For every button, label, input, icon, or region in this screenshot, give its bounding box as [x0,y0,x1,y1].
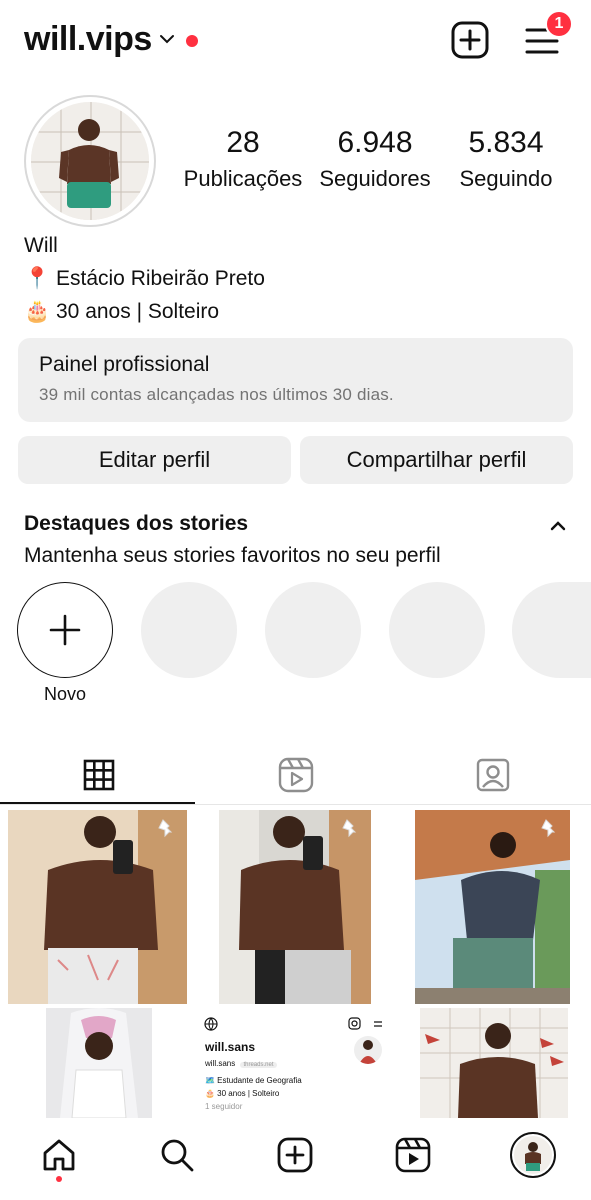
bottom-navigation [0,1118,591,1200]
tab-tagged[interactable] [394,746,591,804]
home-notification-dot [56,1176,62,1182]
bio-age-text: 30 anos | Solteiro [56,300,220,323]
cake-emoji-icon: 🎂 [24,300,51,323]
menu-small-icon [374,1021,382,1027]
stat-posts-value: 28 [226,126,260,159]
home-icon [43,1139,75,1171]
professional-dashboard[interactable]: Painel profissional 39 mil contas alcanç… [18,338,573,422]
edit-profile-button[interactable]: Editar perfil [18,436,291,484]
highlight-placeholder [265,582,361,678]
stat-following-label: Seguindo [459,166,553,191]
highlight-placeholder [512,582,591,678]
new-post-icon[interactable] [451,21,489,59]
create-icon [277,1137,313,1173]
stat-posts-label: Publicações [183,166,303,191]
tab-reels[interactable] [197,746,394,804]
threads-name: will.sans [205,1040,256,1054]
profile-bio: Will 📍 Estácio Ribeirão Preto 🎂 30 anos … [24,229,265,328]
stat-following[interactable]: 5.834 Seguindo [441,126,571,192]
account-username[interactable]: will.vips [24,20,152,59]
panel-title: Painel profissional [39,353,210,376]
stat-followers[interactable]: 6.948 Seguidores [310,126,440,192]
nav-create[interactable] [270,1130,320,1180]
tagged-icon [476,758,509,792]
new-highlight-label: Novo [43,684,87,704]
nav-profile[interactable] [508,1130,558,1180]
pin-icon [342,819,357,838]
threads-followers: 1 seguidor [205,1102,243,1111]
notification-dot [186,35,198,47]
highlights-subtitle: Mantenha seus stories favoritos no seu p… [24,544,441,567]
profile-avatar-small [510,1132,556,1178]
globe-icon [204,1017,218,1031]
search-icon [161,1139,194,1172]
bio-location-text: Estácio Ribeirão Preto [56,267,265,290]
threads-bio-line2: 🎂 30 anos | Solteiro [205,1089,280,1098]
menu-notification-badge: 1 [545,10,573,38]
threads-handle: will.sans [205,1059,236,1068]
threads-profile-post[interactable]: will.sans will.sans threads.net 🗺️ Estud… [197,1008,391,1118]
stat-following-value: 5.834 [468,126,544,159]
new-highlight-button[interactable] [17,582,113,678]
pin-emoji-icon: 📍 [24,267,51,290]
threads-tag: threads.net [240,1062,277,1068]
chevron-down-icon[interactable] [158,30,176,48]
tab-divider [0,804,591,805]
tab-posts-grid[interactable] [0,746,197,804]
grid-post[interactable] [219,810,371,1004]
bio-age: 🎂 30 anos | Solteiro [24,295,265,328]
chevron-up-icon[interactable] [548,516,568,536]
top-bar: will.vips 1 [0,0,591,90]
highlight-placeholder [141,582,237,678]
nav-reels[interactable] [388,1130,438,1180]
nav-home[interactable] [34,1130,84,1180]
grid-post[interactable] [46,1008,152,1118]
stat-followers-label: Seguidores [319,166,431,191]
stat-followers-value: 6.948 [337,126,413,159]
highlights-title: Destaques dos stories [24,512,249,535]
nav-search[interactable] [152,1130,202,1180]
pin-icon [158,819,173,838]
grid-icon [83,759,114,791]
profile-avatar[interactable] [24,95,156,227]
share-profile-button[interactable]: Compartilhar perfil [300,436,573,484]
highlight-placeholder [389,582,485,678]
avatar-photo [31,102,149,220]
grid-post[interactable] [415,810,570,1004]
threads-handle-row: will.sans threads.net [205,1059,277,1068]
panel-subtitle: 39 mil contas alcançadas nos últimos 30 … [39,385,394,404]
instagram-icon [348,1017,361,1030]
plus-icon [49,614,81,646]
threads-bio-line1: 🗺️ Estudante de Geografia [205,1076,302,1085]
profile-name: Will [24,234,58,257]
bio-location: 📍 Estácio Ribeirão Preto [24,262,265,295]
reels-nav-icon [395,1137,431,1173]
grid-post[interactable] [8,810,187,1004]
reels-icon [278,757,313,793]
stat-posts[interactable]: 28 Publicações [178,126,308,192]
active-tab-indicator [0,802,195,804]
pin-icon [541,819,556,838]
threads-avatar [354,1036,382,1064]
grid-post[interactable] [420,1008,568,1118]
